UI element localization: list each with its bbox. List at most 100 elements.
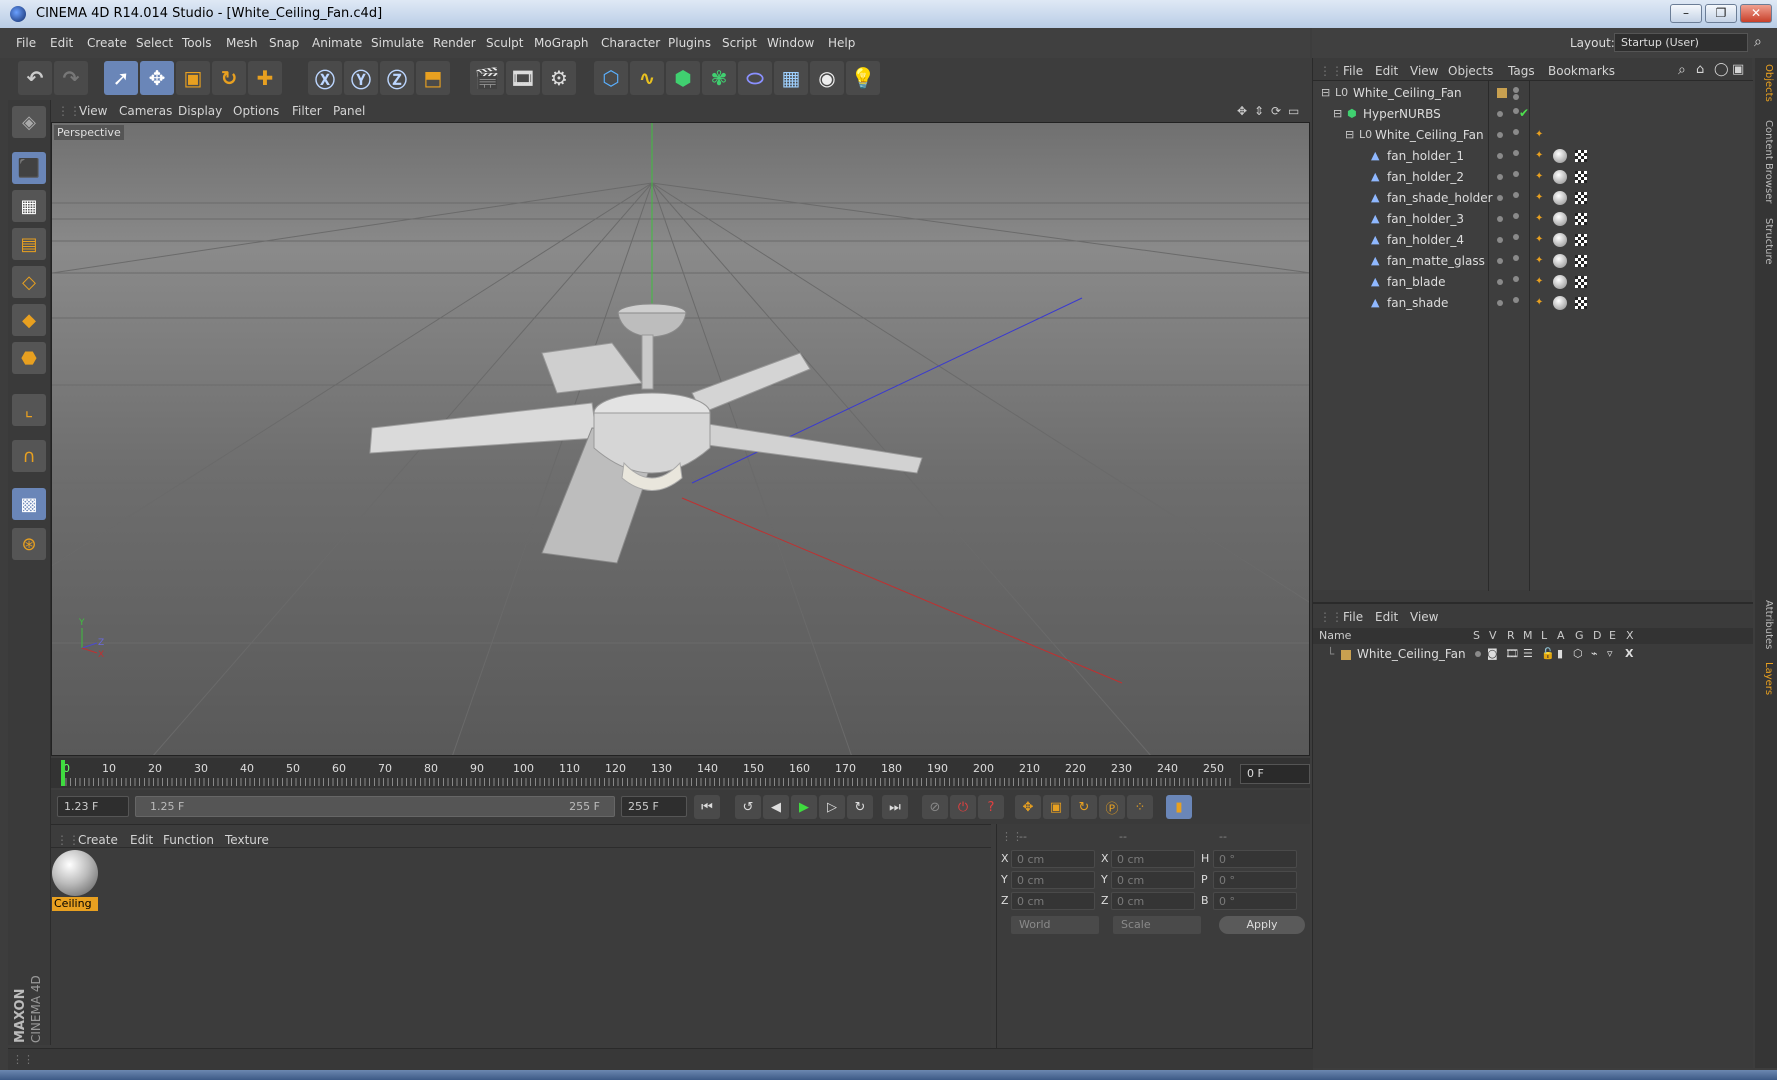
size-y-field[interactable]: 0 cm (1111, 871, 1195, 889)
current-frame-field[interactable]: 0 F (1240, 764, 1310, 784)
material-name-label[interactable]: Ceiling (52, 897, 98, 911)
om-menu-tags[interactable]: Tags (1508, 64, 1535, 78)
redo-icon[interactable]: ↷ (54, 61, 88, 95)
layer-lock-icon[interactable]: 🔓 (1541, 647, 1555, 660)
key-scale-icon[interactable]: ▣ (1043, 795, 1069, 819)
texture-mode-icon[interactable]: ▦ (12, 190, 46, 222)
max-frame-field[interactable]: 255 F (621, 796, 687, 817)
om-menu-bookmarks[interactable]: Bookmarks (1548, 64, 1615, 78)
material-menu-function[interactable]: Function (163, 833, 214, 847)
lm-menu-edit[interactable]: Edit (1375, 610, 1398, 624)
phong-tag-icon[interactable]: ✦ (1535, 234, 1543, 245)
material-menu-edit[interactable]: Edit (130, 833, 153, 847)
key-position-icon[interactable]: ✥ (1015, 795, 1041, 819)
nurbs-icon[interactable]: ⬢ (666, 61, 700, 95)
om-menu-edit[interactable]: Edit (1375, 64, 1398, 78)
menu-animate[interactable]: Animate (312, 36, 362, 50)
layer-xref-icon[interactable]: X (1625, 647, 1633, 660)
tab-layers[interactable]: Layers (1758, 662, 1774, 695)
go-to-end-icon[interactable]: ⏭ (882, 795, 908, 819)
tab-content-browser[interactable]: Content Browser (1758, 120, 1774, 203)
menu-script[interactable]: Script (722, 36, 757, 50)
editor-visibility-dot[interactable] (1497, 279, 1503, 285)
menu-help[interactable]: Help (828, 36, 855, 50)
layout-dropdown[interactable]: Startup (User) (1614, 33, 1748, 52)
min-frame-field[interactable]: 1.23 F (57, 796, 129, 817)
layer-expressions-icon[interactable]: ▿ (1607, 647, 1613, 660)
material-tag-icon[interactable] (1553, 191, 1567, 205)
om-menu-objects[interactable]: Objects (1448, 64, 1493, 78)
y-axis-lock-icon[interactable]: Ⓨ (344, 61, 378, 95)
menu-tools[interactable]: Tools (182, 36, 212, 50)
render-visibility-dot[interactable] (1513, 234, 1519, 240)
render-visibility-dot[interactable] (1513, 150, 1519, 156)
render-settings-icon[interactable]: ⚙ (542, 61, 576, 95)
render-visibility-dot[interactable] (1513, 129, 1519, 135)
material-tag-icon[interactable] (1553, 149, 1567, 163)
record-keys-disabled-icon[interactable]: ⊘ (922, 795, 948, 819)
live-selection-icon[interactable]: ➚ (104, 61, 138, 95)
layer-render-icon[interactable]: 🎞 (1505, 647, 1519, 660)
viewport-menu-options[interactable]: Options (233, 104, 279, 118)
make-editable-icon[interactable]: ◈ (12, 106, 46, 138)
editor-visibility-dot[interactable] (1513, 87, 1519, 93)
render-visibility-dot[interactable] (1513, 276, 1519, 282)
lm-menu-view[interactable]: View (1410, 610, 1438, 624)
size-x-field[interactable]: 0 cm (1111, 850, 1195, 868)
camera-icon[interactable]: ◉ (810, 61, 844, 95)
uvw-tag-icon[interactable] (1575, 213, 1587, 225)
expand-toggle-icon[interactable]: ⊟ (1345, 128, 1357, 141)
uvw-tag-icon[interactable] (1575, 297, 1587, 309)
scale-tool-icon[interactable]: ▣ (176, 61, 210, 95)
material-tag-icon[interactable] (1553, 254, 1567, 268)
tree-item-fan-blade[interactable]: ▲ fan_blade ✦ (1313, 273, 1753, 292)
phong-tag-icon[interactable]: ✦ (1535, 297, 1543, 308)
menu-file[interactable]: File (16, 36, 36, 50)
om-search-icon[interactable]: ⌕ (1678, 62, 1686, 78)
coordinate-system-icon[interactable]: ⬒ (416, 61, 450, 95)
apply-button[interactable]: Apply (1219, 916, 1305, 934)
uvw-tag-icon[interactable] (1575, 255, 1587, 267)
viewport-menu-panel[interactable]: Panel (333, 104, 365, 118)
menu-window[interactable]: Window (767, 36, 814, 50)
tree-item-fan-matte-glass[interactable]: ▲ fan_matte_glass ✦ (1313, 252, 1753, 271)
menu-sculpt[interactable]: Sculpt (486, 36, 523, 50)
timeline-ruler[interactable]: 0 10 20 30 40 50 60 70 80 90 100 110 120… (51, 758, 1310, 788)
editor-visibility-dot[interactable] (1497, 300, 1503, 306)
layer-animation-icon[interactable]: ▮ (1557, 647, 1563, 660)
search-icon[interactable]: ⌕ (1754, 34, 1762, 50)
keyframe-selection-icon[interactable]: ? (978, 795, 1004, 819)
floor-scene-icon[interactable]: ▦ (774, 61, 808, 95)
layer-color-swatch[interactable] (1341, 650, 1351, 660)
menu-character[interactable]: Character (601, 36, 660, 50)
menu-plugins[interactable]: Plugins (668, 36, 711, 50)
om-home-icon[interactable]: ⌂ (1696, 62, 1704, 77)
render-visibility-dot[interactable] (1513, 94, 1519, 100)
material-tag-icon[interactable] (1553, 170, 1567, 184)
x-axis-lock-icon[interactable]: Ⓧ (308, 61, 342, 95)
menu-edit[interactable]: Edit (50, 36, 73, 50)
position-x-field[interactable]: 0 cm (1011, 850, 1095, 868)
cube-primitive-icon[interactable]: ⬡ (594, 61, 628, 95)
menu-snap[interactable]: Snap (269, 36, 299, 50)
key-parameter-icon[interactable]: Ⓟ (1099, 795, 1125, 819)
autokey-icon[interactable]: ⏻ (950, 795, 976, 819)
polygons-mode-icon[interactable]: ⬣ (12, 342, 46, 374)
render-visibility-dot[interactable] (1513, 255, 1519, 261)
layer-color-swatch[interactable] (1497, 88, 1507, 98)
workplane-lock-icon[interactable]: ▩ (12, 488, 46, 520)
render-picture-viewer-icon[interactable]: 🎞 (506, 61, 540, 95)
material-menu-texture[interactable]: Texture (225, 833, 269, 847)
material-menu-create[interactable]: Create (78, 833, 118, 847)
material-tag-icon[interactable] (1553, 296, 1567, 310)
next-frame-icon[interactable]: ▷ (819, 795, 845, 819)
tree-item-fan-shade[interactable]: ▲ fan_shade ✦ (1313, 294, 1753, 313)
timeline-window-icon[interactable]: ▮ (1166, 795, 1192, 819)
render-visibility-dot[interactable] (1513, 171, 1519, 177)
render-visibility-dot[interactable] (1513, 192, 1519, 198)
viewport-zoom-icon[interactable]: ⇕ (1254, 104, 1264, 118)
z-axis-lock-icon[interactable]: Ⓩ (380, 61, 414, 95)
position-y-field[interactable]: 0 cm (1011, 871, 1095, 889)
tree-item-fan-holder-2[interactable]: ▲ fan_holder_2 ✦ (1313, 168, 1753, 187)
tree-item-fan-holder-4[interactable]: ▲ fan_holder_4 ✦ (1313, 231, 1753, 250)
